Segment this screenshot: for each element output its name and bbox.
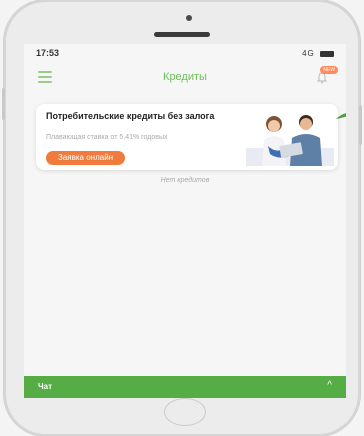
phone-frame: 17:53 4G Кредиты NEW Потребительские кре… bbox=[2, 0, 362, 436]
app-screen: 17:53 4G Кредиты NEW Потребительские кре… bbox=[24, 44, 346, 398]
banner-title: Потребительские кредиты без залога bbox=[46, 111, 215, 121]
chat-bar[interactable]: Чат ^ bbox=[24, 376, 346, 398]
status-bar: 17:53 4G bbox=[24, 44, 346, 62]
chevron-up-icon: ^ bbox=[327, 380, 332, 391]
couple-photo bbox=[246, 108, 334, 166]
network-label: 4G bbox=[302, 49, 315, 58]
battery-icon bbox=[320, 50, 334, 57]
notifications-button[interactable]: NEW bbox=[312, 66, 338, 88]
volume-button bbox=[2, 88, 5, 120]
banner-subtitle: Плавающая ставка от 5,41% годовых bbox=[46, 134, 168, 141]
apply-online-button[interactable]: Заявка онлайн bbox=[46, 151, 126, 165]
leaf-icon bbox=[336, 108, 346, 119]
power-button bbox=[359, 105, 362, 145]
signal-indicator: 4G bbox=[302, 49, 334, 58]
notification-badge: NEW bbox=[320, 66, 338, 74]
home-button[interactable] bbox=[164, 398, 206, 426]
empty-state-text: Нет кредитов bbox=[160, 177, 210, 184]
promo-banner[interactable]: Потребительские кредиты без залога Плава… bbox=[36, 104, 346, 170]
chat-label: Чат bbox=[38, 382, 52, 391]
earpiece bbox=[154, 32, 210, 37]
page-title: Кредиты bbox=[163, 71, 207, 83]
front-camera bbox=[186, 15, 192, 21]
status-time: 17:53 bbox=[36, 48, 60, 58]
app-header: Кредиты NEW bbox=[24, 66, 346, 90]
